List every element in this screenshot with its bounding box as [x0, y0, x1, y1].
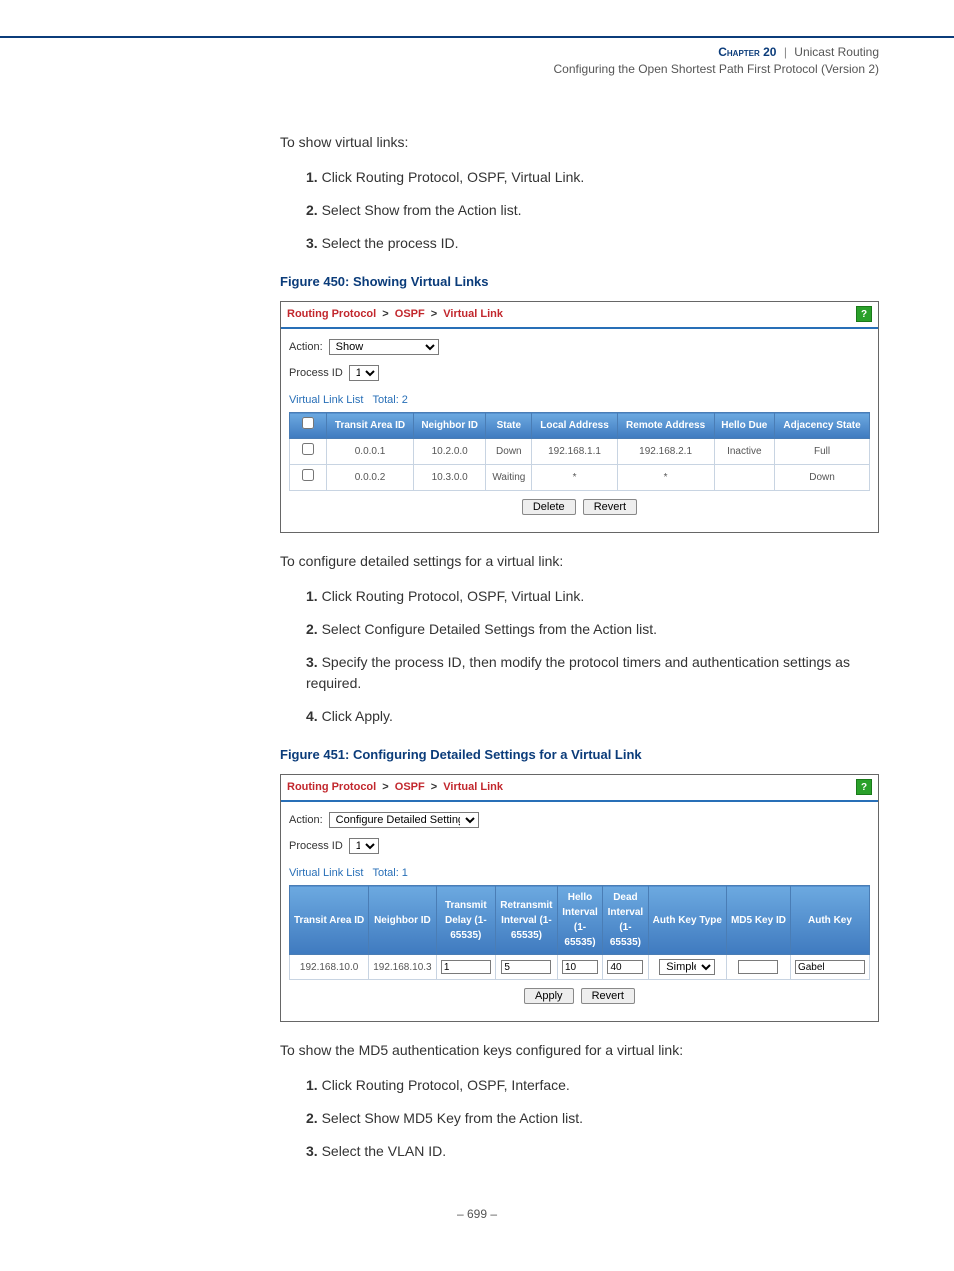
action-select[interactable]: Configure Detailed Settings [329, 812, 479, 828]
process-id-select[interactable]: 1 [349, 365, 379, 381]
steps-list-1: 1. Click Routing Protocol, OSPF, Virtual… [280, 167, 879, 254]
intro-text: To configure detailed settings for a vir… [280, 551, 879, 572]
process-id-label: Process ID [289, 838, 343, 855]
row-checkbox[interactable] [302, 469, 314, 481]
step: 2. Select Configure Detailed Settings fr… [300, 619, 879, 640]
step: 1. Click Routing Protocol, OSPF, Interfa… [300, 1075, 879, 1096]
delete-button[interactable]: Delete [522, 499, 576, 515]
virtual-link-table: Transit Area ID Neighbor ID State Local … [289, 412, 870, 491]
figure-450-label: Figure 450: Showing Virtual Links [280, 272, 879, 292]
step: 3. Specify the process ID, then modify t… [300, 652, 879, 694]
divider: | [784, 45, 787, 59]
chapter-label: Chapter 20 [718, 45, 776, 59]
table-row: 192.168.10.0 192.168.10.3 Simple [290, 955, 870, 980]
step: 2. Select Show from the Action list. [300, 200, 879, 221]
apply-button[interactable]: Apply [524, 988, 574, 1004]
figure-451-panel: Routing Protocol > OSPF > Virtual Link ?… [280, 774, 879, 1022]
figure-451-label: Figure 451: Configuring Detailed Setting… [280, 745, 879, 765]
figure-450-panel: Routing Protocol > OSPF > Virtual Link ?… [280, 301, 879, 533]
help-icon[interactable]: ? [856, 306, 872, 322]
steps-list-2: 1. Click Routing Protocol, OSPF, Virtual… [280, 586, 879, 727]
process-id-select[interactable]: 1 [349, 838, 379, 854]
transmit-delay-input[interactable] [441, 960, 491, 974]
table-row: 0.0.0.2 10.3.0.0 Waiting * * Down [290, 465, 870, 491]
auth-key-type-select[interactable]: Simple [659, 959, 715, 975]
steps-list-3: 1. Click Routing Protocol, OSPF, Interfa… [280, 1075, 879, 1162]
list-total: Total: 1 [372, 867, 407, 879]
row-checkbox[interactable] [302, 443, 314, 455]
intro-text: To show the MD5 authentication keys conf… [280, 1040, 879, 1061]
step: 2. Select Show MD5 Key from the Action l… [300, 1108, 879, 1129]
breadcrumb: Routing Protocol > OSPF > Virtual Link [287, 306, 503, 323]
content: To show virtual links: 1. Click Routing … [0, 78, 954, 1162]
step: 3. Select the VLAN ID. [300, 1141, 879, 1162]
detailed-settings-table: Transit Area ID Neighbor ID Transmit Del… [289, 885, 870, 980]
section-label: Unicast Routing [794, 45, 879, 59]
subsection-label: Configuring the Open Shortest Path First… [0, 61, 879, 78]
auth-key-input[interactable] [795, 960, 865, 974]
hello-interval-input[interactable] [562, 960, 598, 974]
retransmit-interval-input[interactable] [501, 960, 551, 974]
step: 4. Click Apply. [300, 706, 879, 727]
action-label: Action: [289, 812, 323, 829]
page-number: – 699 – [0, 1207, 954, 1221]
revert-button[interactable]: Revert [583, 499, 637, 515]
step: 1. Click Routing Protocol, OSPF, Virtual… [300, 167, 879, 188]
select-all-checkbox[interactable] [302, 417, 314, 429]
action-select[interactable]: Show [329, 339, 439, 355]
intro-text: To show virtual links: [280, 132, 879, 153]
process-id-label: Process ID [289, 365, 343, 382]
help-icon[interactable]: ? [856, 779, 872, 795]
step: 1. Click Routing Protocol, OSPF, Virtual… [300, 586, 879, 607]
list-label: Virtual Link List [289, 394, 363, 406]
step: 3. Select the process ID. [300, 233, 879, 254]
page-header: Chapter 20 | Unicast Routing Configuring… [0, 36, 954, 78]
action-label: Action: [289, 339, 323, 356]
list-label: Virtual Link List [289, 867, 363, 879]
table-row: 0.0.0.1 10.2.0.0 Down 192.168.1.1 192.16… [290, 439, 870, 465]
breadcrumb: Routing Protocol > OSPF > Virtual Link [287, 779, 503, 796]
md5-key-id-input[interactable] [738, 960, 778, 974]
list-total: Total: 2 [372, 394, 407, 406]
dead-interval-input[interactable] [607, 960, 643, 974]
revert-button[interactable]: Revert [581, 988, 635, 1004]
